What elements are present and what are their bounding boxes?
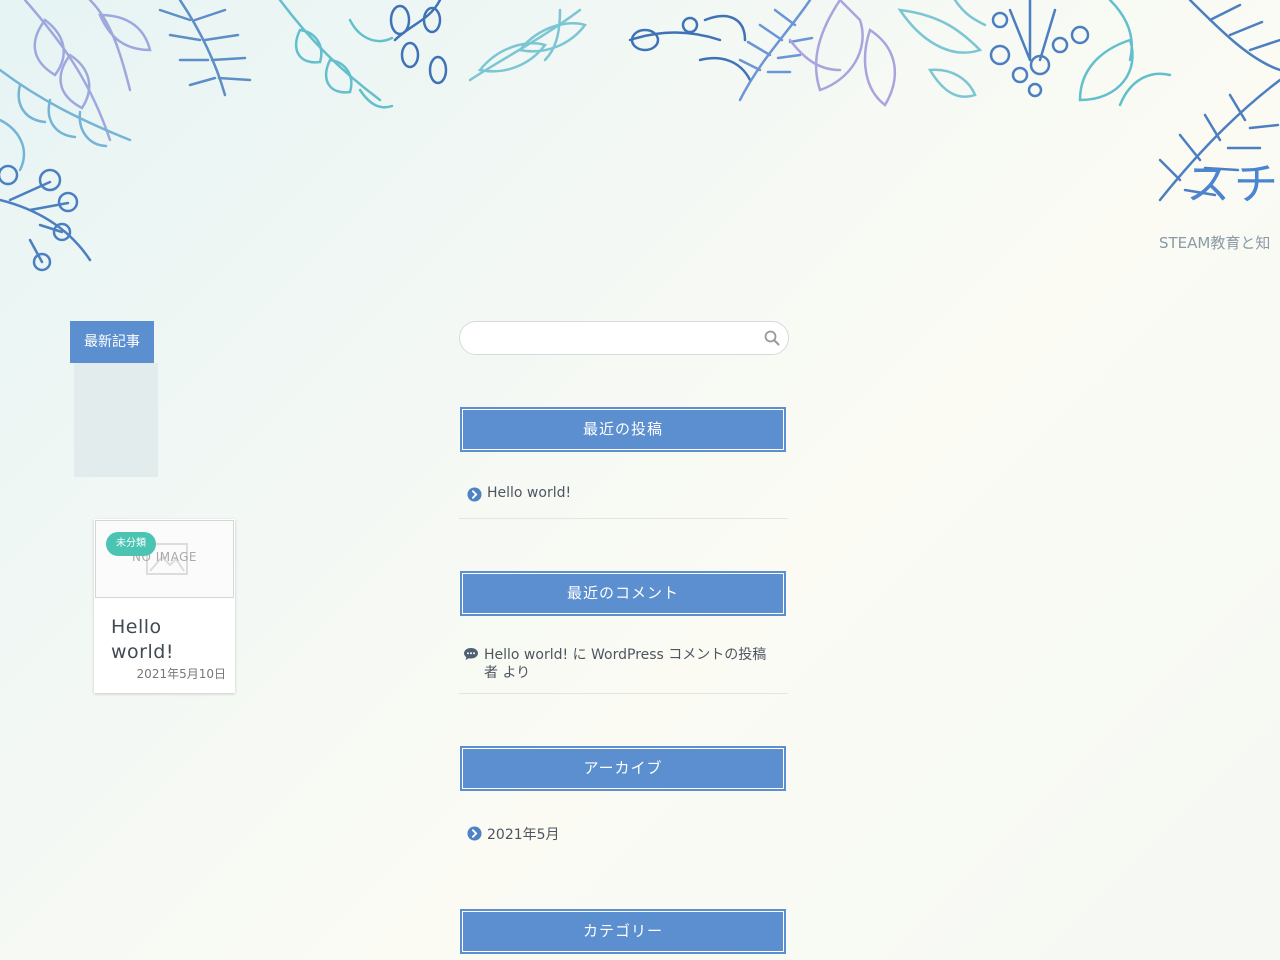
widget-title-categories: カテゴリー xyxy=(460,909,786,954)
chevron-circle-right-icon xyxy=(467,487,482,502)
post-date: 2021年5月10日 xyxy=(136,667,226,681)
category-badge[interactable]: 未分類 xyxy=(106,532,156,556)
widget-title-recent-posts: 最近の投稿 xyxy=(460,407,786,452)
comment-icon xyxy=(464,648,478,660)
chevron-circle-right-icon xyxy=(467,826,482,841)
search-box xyxy=(459,321,789,355)
site-title[interactable]: スチ xyxy=(1186,148,1280,212)
latest-posts-panel xyxy=(74,363,158,477)
widget-title-recent-comments: 最近のコメント xyxy=(460,571,786,616)
recent-post-item[interactable]: Hello world! xyxy=(459,474,788,519)
recent-comment-text: Hello world! に WordPress コメントの投稿者 より xyxy=(484,646,780,682)
comment-suffix: より xyxy=(502,665,531,681)
site-tagline: STEAM教育と知 xyxy=(1159,234,1271,252)
archive-item[interactable]: 2021年5月 xyxy=(459,814,788,854)
post-title[interactable]: Hello world! xyxy=(111,615,229,665)
archive-link[interactable]: 2021年5月 xyxy=(487,824,780,844)
recent-post-link[interactable]: Hello world! xyxy=(487,485,780,501)
post-thumbnail[interactable]: NO IMAGE 未分類 xyxy=(95,520,234,598)
post-card[interactable]: NO IMAGE 未分類 Hello world! 2021年5月10日 xyxy=(94,519,235,693)
search-icon[interactable] xyxy=(764,330,780,346)
search-input[interactable] xyxy=(474,328,748,350)
recent-comment-item: Hello world! に WordPress コメントの投稿者 より xyxy=(459,636,788,694)
comment-connector: に xyxy=(572,647,587,663)
comment-post-link[interactable]: Hello world! xyxy=(484,647,568,663)
widget-title-archives: アーカイブ xyxy=(460,746,786,791)
latest-posts-label: 最新記事 xyxy=(70,321,154,371)
